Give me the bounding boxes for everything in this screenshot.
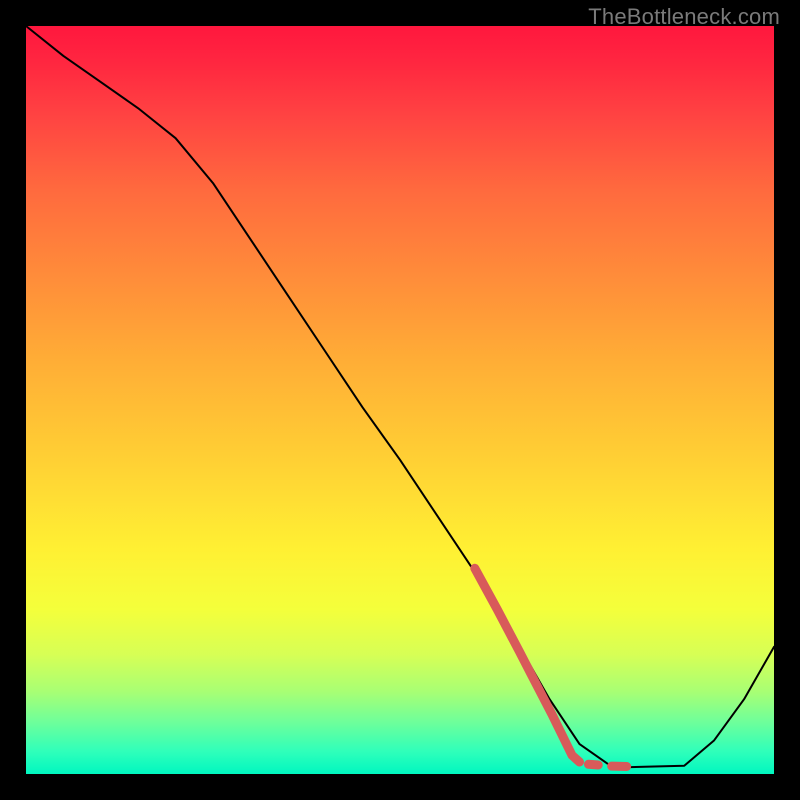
plot-area — [26, 26, 774, 774]
series-highlight — [475, 568, 580, 762]
chart-svg — [26, 26, 774, 774]
chart-frame: TheBottleneck.com — [0, 0, 800, 800]
series-highlight-dot-1 — [589, 764, 599, 765]
series-curve — [26, 26, 774, 767]
